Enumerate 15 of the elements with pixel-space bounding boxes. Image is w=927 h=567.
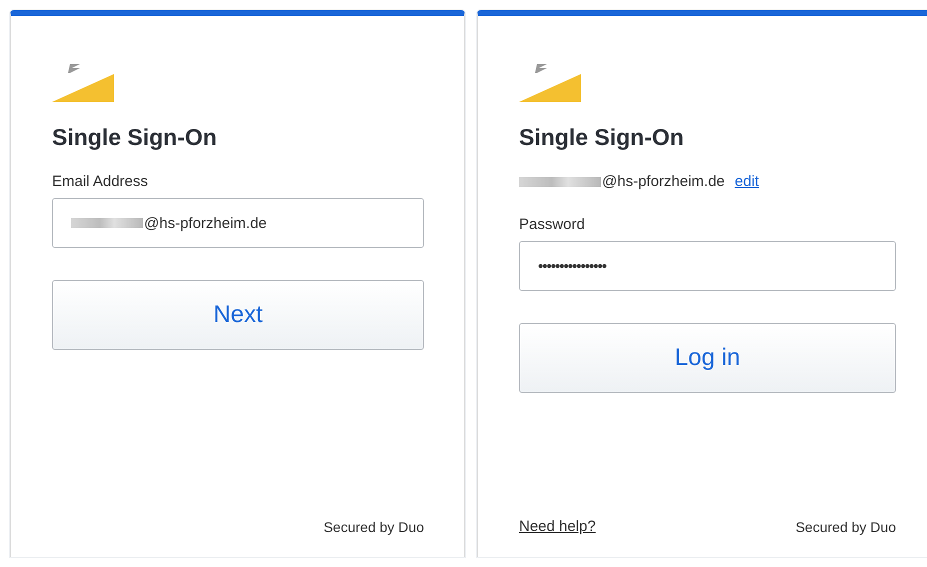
email-field[interactable]: @hs-pforzheim.de [52,198,424,248]
logo-icon [519,62,581,102]
help-link[interactable]: Need help? [519,518,596,535]
logo-icon [52,62,114,102]
secured-by-text: Secured by Duo [324,519,424,535]
secured-by-text: Secured by Duo [796,518,896,534]
field-label: Email Address [52,173,149,190]
field-label: Password [519,216,586,233]
card-title: Single Sign-On [519,124,685,151]
password-field[interactable]: •••••••••••••••• [519,241,896,291]
login-button[interactable]: Log in [519,323,896,393]
edit-link[interactable]: edit [734,173,759,190]
next-button[interactable]: Next [52,280,424,350]
account-email: @hs-pforzheim.de [602,173,725,190]
card-title: Single Sign-On [52,124,218,151]
